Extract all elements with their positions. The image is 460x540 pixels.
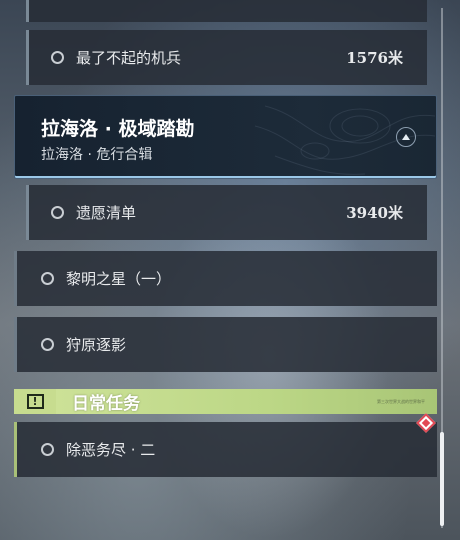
quest-label: 遗愿清单 — [76, 204, 137, 222]
daily-section-title: 日常任务 — [72, 394, 140, 414]
radio-icon — [41, 272, 54, 285]
quest-label: 最了不起的机兵 — [76, 49, 182, 67]
quest-label: 狩原逐影 — [66, 336, 127, 354]
list-item-quest[interactable]: 最了不起的机兵 1576米 — [26, 30, 427, 85]
list-item-daily-quest[interactable]: 除恶务尽 · 二 — [14, 422, 437, 477]
collapse-button[interactable] — [396, 127, 416, 147]
radio-icon — [41, 338, 54, 351]
region-header[interactable]: 拉海洛 · 极域踏勘 拉海洛 · 危行合辑 — [14, 95, 437, 179]
quest-distance: 1576米 — [346, 49, 403, 67]
region-title: 拉海洛 · 极域踏勘 — [41, 118, 195, 140]
warning-icon: ! — [14, 389, 56, 414]
scrollbar-thumb[interactable] — [440, 432, 444, 526]
region-subtitle: 拉海洛 · 危行合辑 — [41, 147, 153, 163]
radio-icon — [41, 443, 54, 456]
list-item-partial[interactable] — [26, 0, 427, 22]
radio-icon — [51, 206, 64, 219]
quest-label: 除恶务尽 · 二 — [66, 441, 156, 459]
list-item-quest[interactable]: 狩原逐影 — [14, 317, 437, 372]
quest-label: 黎明之星（一） — [66, 270, 172, 288]
list-item-quest[interactable]: 黎明之星（一） — [14, 251, 437, 306]
radio-icon — [51, 51, 64, 64]
quest-distance: 3940米 — [346, 204, 403, 222]
list-item-quest[interactable]: 遗愿清单 3940米 — [26, 185, 427, 240]
chevron-up-icon — [402, 134, 410, 140]
daily-section-header[interactable]: ! 日常任务 第三次世界大战的世界和平 — [14, 389, 437, 414]
daily-section-note: 第三次世界大战的世界和平 — [377, 398, 425, 404]
